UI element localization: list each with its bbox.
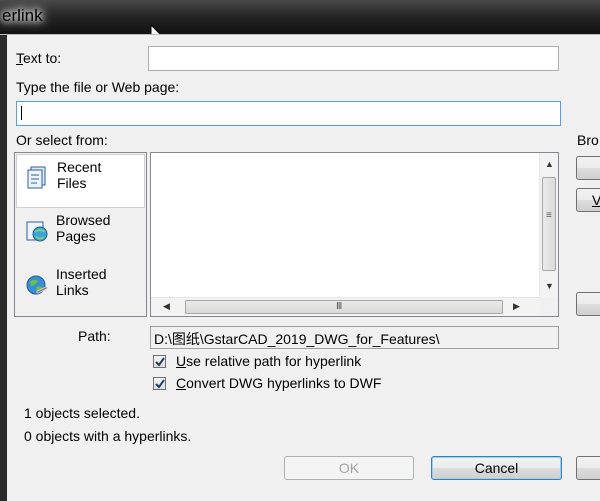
vertical-scrollbar[interactable]: ▲ ≡ ▼ xyxy=(539,153,558,299)
place-label-line1: Browsed xyxy=(56,212,111,228)
browse-web-button[interactable]: V xyxy=(576,188,600,212)
side-button[interactable] xyxy=(576,292,600,316)
place-label-line2: Files xyxy=(57,175,87,191)
inserted-links-icon xyxy=(26,275,48,295)
check-icon xyxy=(155,379,165,389)
text-to-label: Text to: xyxy=(16,50,62,66)
dialog-body: Text to: Type the file or Web page: Or s… xyxy=(0,34,600,501)
place-label-line1: Inserted xyxy=(56,266,107,282)
hyperlink-count-text: 0 objects with a hyperlinks. xyxy=(24,428,192,444)
grip-icon: ≡ xyxy=(546,210,552,221)
selected-count-text: 1 objects selected. xyxy=(24,405,140,421)
horizontal-scrollbar[interactable]: ◀ III ▶ xyxy=(151,297,540,316)
place-browsed-pages[interactable]: Browsed Pages xyxy=(16,208,145,262)
path-field: D:\图纸\GstarCAD_2019_DWG_for_Features\ xyxy=(150,326,559,349)
browse-for-label: Bro xyxy=(577,132,599,148)
place-label-line1: Recent xyxy=(57,159,102,175)
file-list[interactable]: ▲ ≡ ▼ ◀ III ▶ xyxy=(150,152,559,317)
ok-button[interactable]: OK xyxy=(284,456,414,480)
or-select-from-label: Or select from: xyxy=(16,132,108,148)
title-bar[interactable]: erlink xyxy=(0,0,600,45)
scroll-down-icon[interactable]: ▼ xyxy=(545,281,554,291)
grip-icon: III xyxy=(336,301,342,312)
window-edge xyxy=(0,35,7,501)
scroll-right-icon[interactable]: ▶ xyxy=(513,301,520,312)
file-or-web-input[interactable] xyxy=(16,101,561,126)
scroll-corner xyxy=(540,298,558,316)
path-label: Path: xyxy=(78,328,111,344)
browse-file-button[interactable] xyxy=(576,156,600,180)
text-to-input[interactable] xyxy=(148,46,559,71)
scroll-left-icon[interactable]: ◀ xyxy=(163,301,170,312)
window-title: erlink xyxy=(2,6,43,25)
browsed-pages-icon xyxy=(26,221,48,242)
place-recent-files[interactable]: Recent Files xyxy=(16,154,145,208)
place-label-line2: Links xyxy=(56,282,89,298)
relative-path-label[interactable]: Use relative path for hyperlink xyxy=(176,353,361,369)
recent-files-icon xyxy=(27,166,46,189)
convert-dwf-checkbox[interactable] xyxy=(153,377,166,390)
place-label-line2: Pages xyxy=(56,228,96,244)
check-icon xyxy=(155,357,165,367)
help-button[interactable] xyxy=(576,456,600,480)
scroll-up-icon[interactable]: ▲ xyxy=(545,159,554,169)
vertical-scroll-thumb[interactable]: ≡ xyxy=(542,177,556,271)
text-caret xyxy=(21,106,22,120)
cancel-button[interactable]: Cancel xyxy=(431,456,562,480)
place-inserted-links[interactable]: Inserted Links xyxy=(16,262,145,316)
horizontal-scroll-thumb[interactable]: III xyxy=(185,300,503,314)
relative-path-checkbox[interactable] xyxy=(153,355,166,368)
file-or-web-label: Type the file or Web page: xyxy=(16,79,180,95)
convert-dwf-label[interactable]: Convert DWG hyperlinks to DWF xyxy=(176,375,381,391)
places-bar: Recent Files Browsed Pages Inserted Links xyxy=(14,152,147,317)
